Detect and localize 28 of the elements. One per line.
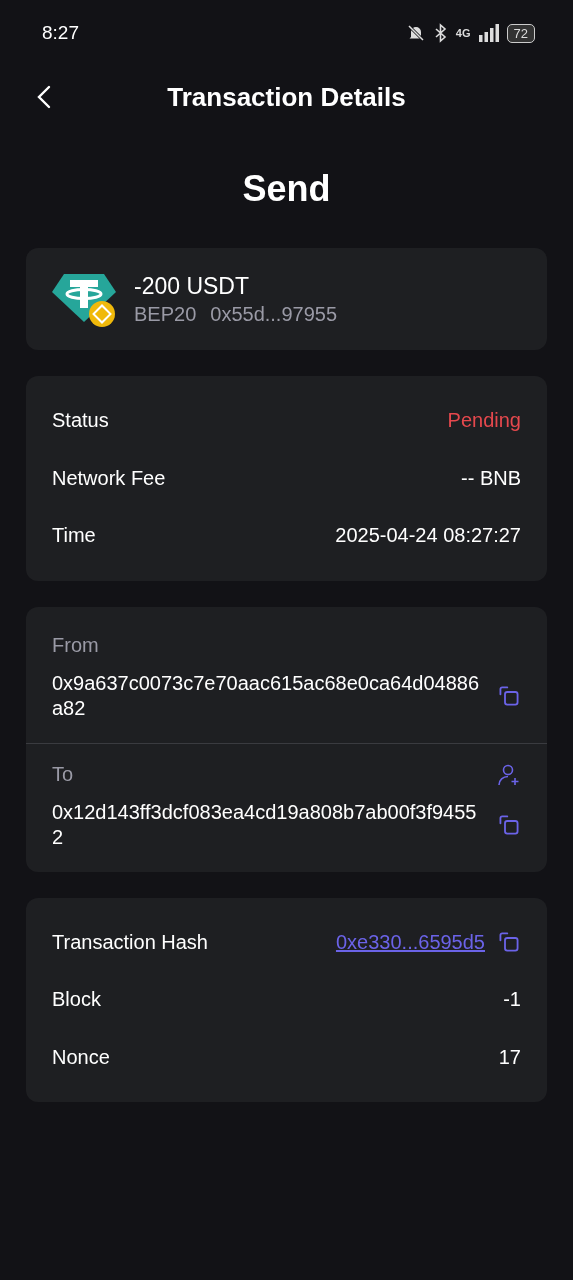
- wallet-address: 0x12d143ff3dcf083ea4cd19a808b7ab00f3f94552: [52, 799, 478, 850]
- page-title: Transaction Details: [167, 81, 406, 113]
- add-contact-icon[interactable]: [497, 762, 521, 787]
- hash-link[interactable]: 0xe330...6595d5: [335, 930, 485, 954]
- amount: -200 USDT: [134, 272, 251, 300]
- network-type: 4G: [455, 27, 471, 39]
- row-value: Pending: [447, 409, 521, 433]
- battery-level: 72: [506, 23, 535, 43]
- row-value: 17: [498, 1045, 521, 1069]
- row-value: -- BNB: [461, 466, 521, 490]
- row-label: Nonce: [52, 1045, 110, 1069]
- mute-bell-icon: [405, 23, 426, 43]
- signal-icon: [478, 24, 499, 42]
- row-label: Status: [52, 409, 109, 433]
- row-label: Block: [52, 988, 101, 1012]
- row-value: 2025-04-24 08:27:27: [335, 524, 521, 548]
- network-label: BEP20: [134, 302, 197, 326]
- token-address: 0x55d...97955: [210, 302, 338, 326]
- bluetooth-icon: [433, 23, 448, 43]
- wallet-address: 0x9a637c0073c7e70aac615ac68e0ca64d04886a82: [52, 670, 481, 721]
- row-value: -1: [503, 988, 521, 1012]
- row-label: Transaction Hash: [52, 930, 208, 954]
- address-label: From: [52, 634, 99, 657]
- address-label: To: [52, 763, 74, 786]
- status-time: 8:27: [42, 22, 79, 44]
- row-label: Time: [52, 524, 96, 548]
- transaction-type: Send: [241, 168, 332, 210]
- row-label: Network Fee: [52, 466, 166, 490]
